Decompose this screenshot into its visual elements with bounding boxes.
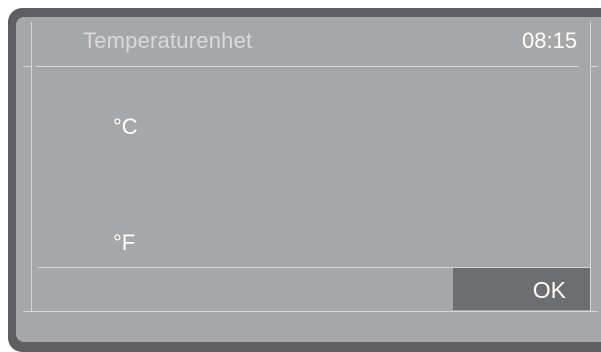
option-fahrenheit[interactable]: °F xyxy=(113,230,135,256)
frame-tick-left-bottom xyxy=(23,311,31,312)
frame-left-line xyxy=(31,22,32,312)
frame-bottom-line xyxy=(31,311,591,312)
screen-title: Temperaturenhet xyxy=(83,28,253,53)
clock-display: 08:15 xyxy=(522,28,578,53)
ok-button-label: OK xyxy=(532,277,566,303)
header-divider xyxy=(36,66,579,67)
frame-tick-left-top xyxy=(23,66,31,67)
ok-button[interactable]: OK xyxy=(453,268,590,310)
option-celsius[interactable]: °C xyxy=(113,114,138,140)
frame-tick-right-top xyxy=(590,66,598,67)
frame-tick-right-bottom xyxy=(590,311,598,312)
display-bottom-strip xyxy=(16,320,601,342)
